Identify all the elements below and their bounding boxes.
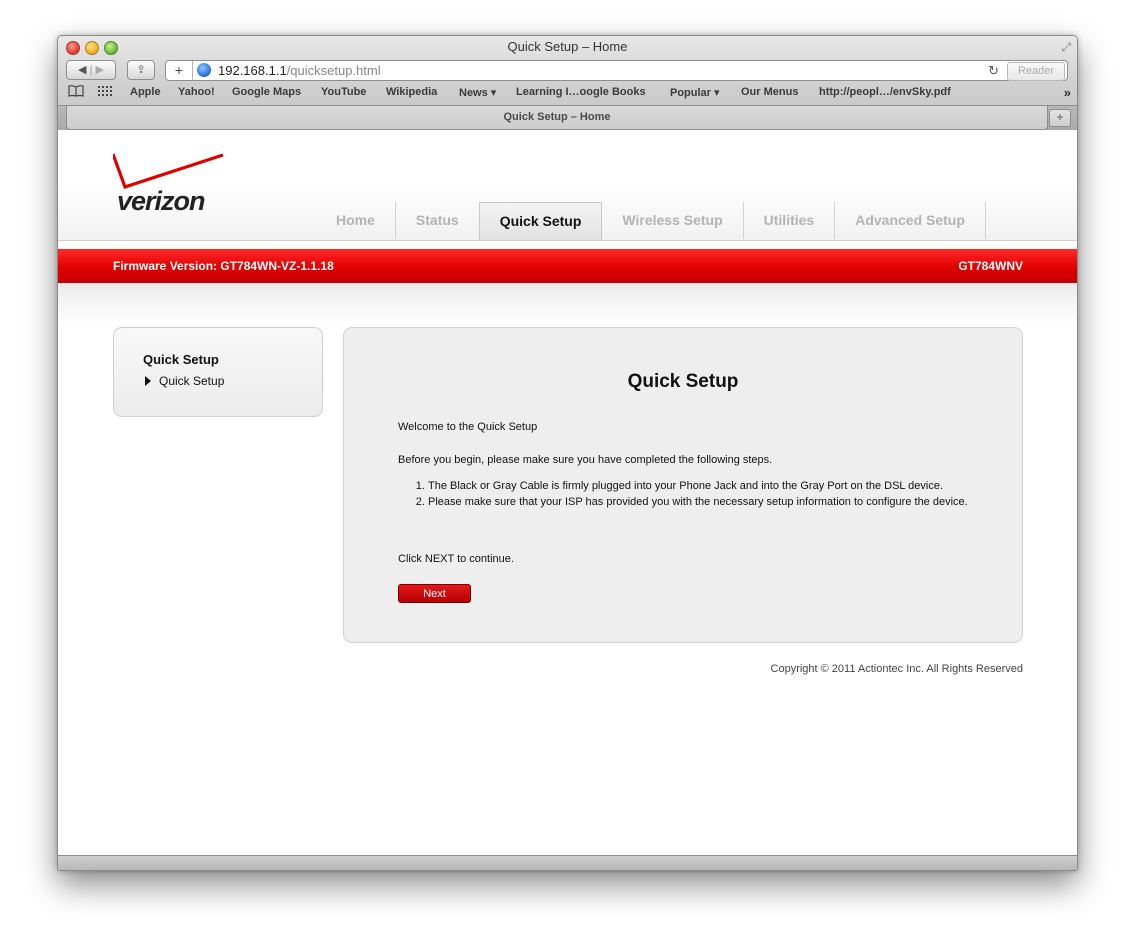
sidebar-panel: Quick Setup Quick Setup xyxy=(113,327,323,417)
content-panel: Quick Setup Welcome to the Quick Setup B… xyxy=(343,327,1023,643)
add-bookmark-icon[interactable]: + xyxy=(166,61,193,80)
intro-text: Before you begin, please make sure you h… xyxy=(398,454,773,466)
url-path: /quicksetup.html xyxy=(286,63,381,78)
bookmark-wikipedia[interactable]: Wikipedia xyxy=(386,86,437,98)
nav-status[interactable]: Status xyxy=(396,202,480,239)
firmware-version: Firmware Version: GT784WN-VZ-1.1.18 xyxy=(113,259,334,273)
share-icon: ⇪ xyxy=(136,64,146,76)
banner-shadow xyxy=(58,283,1077,323)
globe-icon xyxy=(197,63,211,77)
model-name: GT784WNV xyxy=(958,259,1023,273)
bookmark-google-maps[interactable]: Google Maps xyxy=(232,86,301,98)
bookmark-news[interactable]: News ▾ xyxy=(459,86,496,99)
nav-home[interactable]: Home xyxy=(317,202,396,239)
address-bar[interactable]: + 192.168.1.1/quicksetup.html ↻ Reader xyxy=(165,60,1068,81)
nav-advanced-setup[interactable]: Advanced Setup xyxy=(835,202,986,239)
status-bar xyxy=(58,855,1077,870)
nav-wireless-setup[interactable]: Wireless Setup xyxy=(602,202,744,239)
nav-utilities[interactable]: Utilities xyxy=(744,202,836,239)
url-text[interactable]: 192.168.1.1/quicksetup.html xyxy=(218,61,381,80)
continue-text: Click NEXT to continue. xyxy=(398,553,514,565)
web-page: verizon Home Status Quick Setup Wireless… xyxy=(58,130,1077,856)
browser-chrome: Quick Setup – Home ⤢ ◀ | ▶ ⇪ + 192.168.1… xyxy=(58,36,1077,130)
reader-button[interactable]: Reader xyxy=(1007,62,1065,81)
back-forward-buttons[interactable]: ◀ | ▶ xyxy=(66,60,116,80)
step-item: The Black or Gray Cable is firmly plugge… xyxy=(428,478,1028,494)
bookmark-envsky-pdf[interactable]: http://peopl…/envSky.pdf xyxy=(819,86,951,98)
nav-quick-setup[interactable]: Quick Setup xyxy=(478,202,603,240)
firmware-banner: Firmware Version: GT784WN-VZ-1.1.18 GT78… xyxy=(58,249,1077,283)
bookmark-popular[interactable]: Popular ▾ xyxy=(670,86,720,99)
top-sites-grid-icon[interactable] xyxy=(98,86,112,97)
more-bookmarks-icon[interactable]: » xyxy=(1064,85,1071,100)
url-host: 192.168.1.1 xyxy=(218,63,287,78)
logo-wordmark: verizon xyxy=(117,186,206,216)
bookmark-yahoo[interactable]: Yahoo! xyxy=(178,86,215,98)
welcome-text: Welcome to the Quick Setup xyxy=(398,421,538,433)
main-nav: Home Status Quick Setup Wireless Setup U… xyxy=(317,202,986,240)
bookmark-youtube[interactable]: YouTube xyxy=(321,86,366,98)
page-title: Quick Setup xyxy=(627,371,739,392)
forward-arrow-icon[interactable]: ▶ xyxy=(95,64,103,76)
window-title: Quick Setup – Home xyxy=(507,39,628,54)
sidebar-item-quick-setup[interactable]: Quick Setup xyxy=(145,374,224,388)
reload-icon[interactable]: ↻ xyxy=(988,61,999,80)
bookmark-apple[interactable]: Apple xyxy=(130,86,161,98)
browser-window: Quick Setup – Home ⤢ ◀ | ▶ ⇪ + 192.168.1… xyxy=(57,35,1078,871)
copyright-text: Copyright © 2011 Actiontec Inc. All Righ… xyxy=(770,663,1023,675)
triangle-right-icon xyxy=(145,376,151,386)
verizon-logo[interactable]: verizon xyxy=(113,152,233,217)
tab-strip: Quick Setup – Home + xyxy=(58,105,1077,130)
sidebar-title: Quick Setup xyxy=(143,352,219,367)
sidebar-item-label: Quick Setup xyxy=(159,374,225,388)
site-header: verizon Home Status Quick Setup Wireless… xyxy=(58,130,1077,241)
bookmark-our-menus[interactable]: Our Menus xyxy=(741,86,798,98)
reading-list-icon[interactable] xyxy=(68,85,84,97)
bookmark-learning[interactable]: Learning I…oogle Books xyxy=(516,86,646,98)
fullscreen-icon[interactable]: ⤢ xyxy=(1061,40,1071,55)
new-tab-icon[interactable]: + xyxy=(1049,109,1071,127)
next-button[interactable]: Next xyxy=(398,584,471,603)
steps-list: The Black or Gray Cable is firmly plugge… xyxy=(398,478,1028,510)
tab-quick-setup-home[interactable]: Quick Setup – Home xyxy=(66,106,1048,130)
back-arrow-icon[interactable]: ◀ xyxy=(78,64,86,76)
share-button[interactable]: ⇪ xyxy=(127,60,155,80)
step-item: Please make sure that your ISP has provi… xyxy=(428,494,1028,510)
bookmarks-bar: Apple Yahoo! Google Maps YouTube Wikiped… xyxy=(58,84,1077,102)
